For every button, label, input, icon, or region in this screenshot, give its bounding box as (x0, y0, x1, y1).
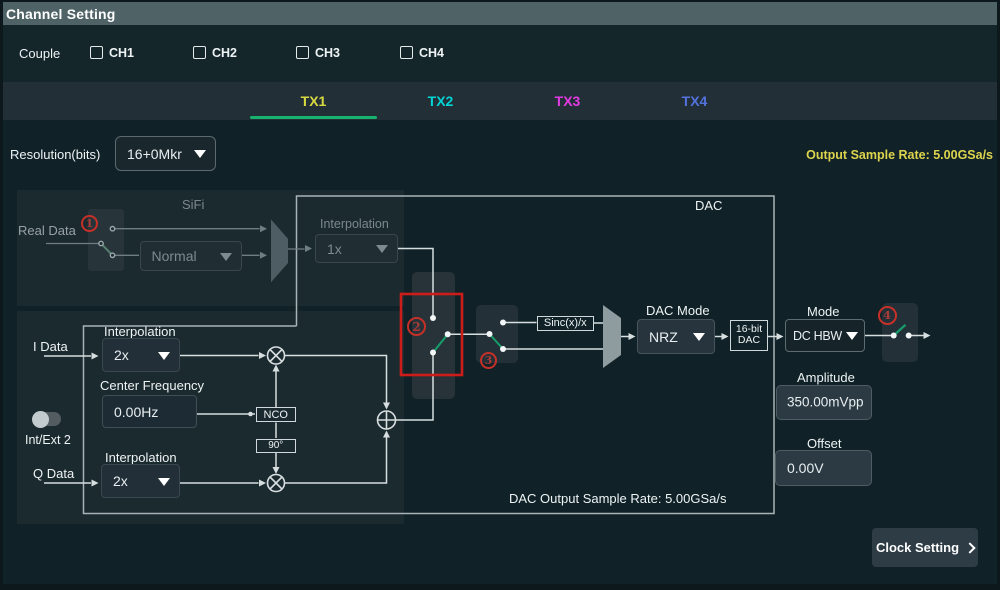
sifi-filter-value: Normal (152, 248, 197, 264)
annotation-circle-3: 3 (480, 352, 497, 369)
i-interpolation-label: Interpolation (104, 324, 176, 339)
mode-dropdown[interactable]: DC HBW (785, 319, 865, 353)
annotation-circle-4: 4 (878, 306, 897, 325)
amplitude-input[interactable]: 350.00mVpp (776, 385, 872, 420)
channel-setting-window: Channel Setting Couple CH1 CH2 CH3 CH4 T… (0, 0, 1000, 590)
i-interpolation-dropdown[interactable]: 2x (102, 338, 180, 372)
nco-junction-dot (248, 412, 253, 417)
switch4-dots (891, 333, 912, 339)
center-frequency-value: 0.00Hz (114, 404, 158, 420)
clock-setting-button[interactable]: Clock Setting (872, 528, 978, 567)
phase-90-box: 90° (256, 439, 297, 453)
annotation-circle-2: 2 (407, 317, 426, 336)
switch3-dots (487, 320, 507, 353)
dac-mode-dropdown[interactable]: NRZ (637, 319, 715, 354)
offset-label: Offset (807, 436, 841, 451)
center-frequency-input[interactable]: 0.00Hz (102, 395, 197, 428)
q-interpolation-value: 2x (113, 473, 128, 489)
dac-block-label: DAC (695, 198, 722, 213)
int-ext-label: Int/Ext 2 (25, 433, 71, 447)
offset-value: 0.00V (787, 460, 824, 476)
clock-setting-label: Clock Setting (876, 540, 959, 555)
sifi-interpolation-label: Interpolation (320, 217, 389, 231)
chevron-down-icon (220, 253, 232, 261)
chevron-down-icon (846, 332, 858, 340)
switch2-dots (430, 315, 451, 356)
annotation-circle-1: 1 (81, 215, 98, 232)
center-frequency-label: Center Frequency (100, 378, 204, 393)
q-interpolation-label: Interpolation (105, 450, 177, 465)
switch1-dots (99, 227, 115, 258)
sinc-box: Sinc(x)/x (537, 316, 595, 331)
q-data-label: Q Data (33, 466, 74, 481)
amplitude-label: Amplitude (797, 370, 855, 385)
switch2-lever (433, 334, 448, 352)
mode-label: Mode (807, 304, 840, 319)
diagram-wires (0, 0, 1000, 590)
dac-mode-label: DAC Mode (646, 303, 710, 318)
chevron-down-icon (376, 245, 388, 253)
chevron-down-icon (158, 478, 170, 486)
offset-input[interactable]: 0.00V (775, 450, 872, 486)
dac-sample-rate: DAC Output Sample Rate: 5.00GSa/s (509, 491, 727, 506)
nco-box: NCO (256, 407, 297, 422)
switch3-lever (490, 334, 504, 349)
sifi-mux (271, 219, 288, 282)
mode-value: DC HBW (793, 329, 842, 343)
dac-mode-value: NRZ (649, 329, 678, 345)
dac16-box: 16-bit DAC (730, 320, 768, 352)
sifi-interpolation-dropdown[interactable]: 1x (315, 234, 398, 263)
real-data-label: Real Data (18, 223, 76, 238)
chevron-down-icon (158, 352, 170, 360)
sifi-title: SiFi (182, 197, 204, 212)
sifi-filter-dropdown[interactable]: Normal (140, 241, 243, 271)
i-data-label: I Data (33, 339, 68, 354)
dac-mux (603, 305, 621, 368)
chevron-right-icon (964, 542, 975, 553)
q-interpolation-dropdown[interactable]: 2x (101, 464, 180, 498)
chevron-down-icon (693, 333, 705, 341)
amplitude-value: 350.00mVpp (787, 395, 864, 410)
sifi-interpolation-value: 1x (327, 241, 342, 257)
i-interpolation-value: 2x (114, 347, 129, 363)
dac16-line2: DAC (738, 335, 760, 347)
int-ext-toggle-knob[interactable] (32, 411, 49, 428)
